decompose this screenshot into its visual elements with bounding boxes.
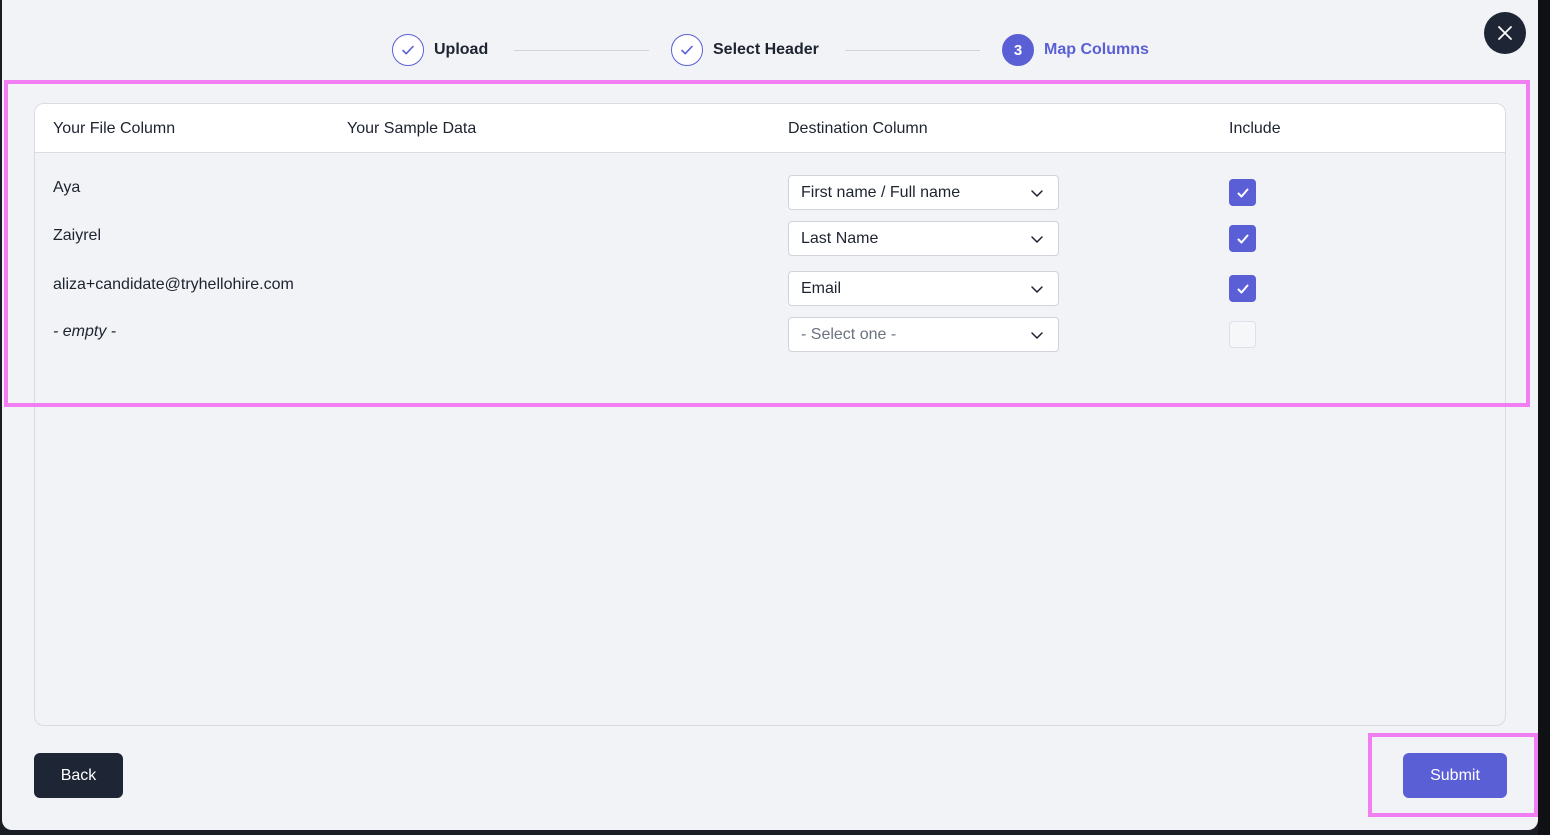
table-row: aliza+candidate@tryhellohire.com Email [35,271,1505,307]
file-column-value: Aya [53,179,81,196]
close-button[interactable] [1484,12,1526,54]
destination-select[interactable]: First name / Full name [788,175,1059,210]
back-button[interactable]: Back [34,753,123,798]
mapping-table: Your File Column Your Sample Data Destin… [34,103,1506,726]
table-row: Zaiyrel Last Name [35,221,1505,257]
table-row: Aya First name / Full name [35,175,1505,211]
header-destination: Destination Column [788,120,928,137]
select-value: First name / Full name [801,183,961,201]
checkmark-icon [1237,284,1248,293]
include-checkbox[interactable] [1229,321,1256,348]
chevron-down-icon [1031,236,1043,243]
table-row: - empty - - Select one - [35,317,1505,353]
file-column-value: aliza+candidate@tryhellohire.com [53,276,294,293]
include-checkbox[interactable] [1229,225,1256,252]
chevron-down-icon [1031,190,1043,197]
check-icon [671,34,703,66]
file-column-value: - empty - [53,323,117,340]
header-include: Include [1229,120,1281,137]
step-label: Select Header [713,41,819,58]
header-sample-data: Your Sample Data [347,120,477,137]
check-icon [392,34,424,66]
header-file-column: Your File Column [53,120,176,137]
destination-select[interactable]: - Select one - [788,317,1059,352]
close-icon [1498,26,1512,40]
table-header: Your File Column Your Sample Data Destin… [35,104,1505,153]
select-value: Last Name [801,229,879,247]
backdrop [1538,0,1550,835]
step-number: 3 [1002,34,1034,66]
destination-select[interactable]: Email [788,271,1059,306]
destination-select[interactable]: Last Name [788,221,1059,256]
step-connector [845,50,980,51]
stepper: Upload Select Header 3 Map Columns [2,34,1538,68]
submit-button[interactable]: Submit [1403,753,1507,798]
include-checkbox[interactable] [1229,275,1256,302]
select-placeholder: - Select one - [801,325,897,343]
checkmark-icon [1237,188,1248,197]
step-select-header: Select Header [671,34,819,66]
checkmark-icon [1237,234,1248,243]
step-label: Map Columns [1044,41,1149,58]
include-checkbox[interactable] [1229,179,1256,206]
select-value: Email [801,279,842,297]
file-column-value: Zaiyrel [53,227,102,244]
step-upload: Upload [392,34,488,66]
step-map-columns: 3 Map Columns [1002,34,1149,66]
step-label: Upload [434,41,489,58]
chevron-down-icon [1031,332,1043,339]
step-connector [514,50,649,51]
chevron-down-icon [1031,286,1043,293]
import-modal: Upload Select Header 3 Map Columns Your … [2,0,1538,830]
